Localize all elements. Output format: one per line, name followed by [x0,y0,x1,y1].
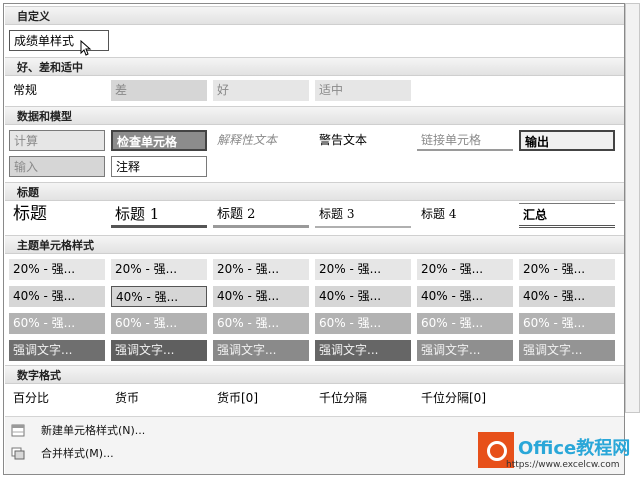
style-linked-cell[interactable]: 链接单元格 [417,130,513,151]
style-comma[interactable]: 千位分隔 [315,388,411,409]
style-custom-transcript[interactable]: 成绩单样式 [9,30,109,51]
style-heading-3[interactable]: 标题 3 [315,203,411,228]
cell-styles-gallery: 自定义 成绩单样式 好、差和适中 常规 差 好 适中 数据和模型 计算 检查单元… [3,3,625,475]
style-20-accent-3[interactable]: 20% - 强... [213,259,309,280]
section-header-titles: 标题 [5,182,624,201]
style-bad[interactable]: 差 [111,80,207,101]
style-60-accent-1[interactable]: 60% - 强... [9,313,105,334]
gallery-scrollbar[interactable] [625,3,640,413]
style-40-accent-2[interactable]: 40% - 强... [111,286,207,307]
style-60-accent-6[interactable]: 60% - 强... [519,313,615,334]
style-heading-4[interactable]: 标题 4 [417,203,513,228]
style-20-accent-1[interactable]: 20% - 强... [9,259,105,280]
style-20-accent-4[interactable]: 20% - 强... [315,259,411,280]
style-accent-3[interactable]: 强调文字... [213,340,309,361]
style-comma-0[interactable]: 千位分隔[0] [417,388,513,409]
style-accent-2[interactable]: 强调文字... [111,340,207,361]
style-input[interactable]: 输入 [9,156,105,177]
style-heading-2[interactable]: 标题 2 [213,203,309,228]
style-40-accent-5[interactable]: 40% - 强... [417,286,513,307]
section-header-good-bad: 好、差和适中 [5,57,624,76]
style-explanatory-text[interactable]: 解释性文本 [213,130,309,151]
merge-styles-item[interactable]: 合并样式(M)... [11,443,311,465]
style-40-accent-6[interactable]: 40% - 强... [519,286,615,307]
style-60-accent-2[interactable]: 60% - 强... [111,313,207,334]
style-currency-0[interactable]: 货币[0] [213,388,309,409]
new-cell-style-item[interactable]: 新建单元格样式(N)... [11,420,311,442]
section-header-custom: 自定义 [5,6,624,25]
style-accent-6[interactable]: 强调文字... [519,340,615,361]
style-output[interactable]: 输出 [519,130,615,151]
style-accent-4[interactable]: 强调文字... [315,340,411,361]
style-calculation[interactable]: 计算 [9,130,105,151]
section-header-data-model: 数据和模型 [5,106,624,125]
style-60-accent-3[interactable]: 60% - 强... [213,313,309,334]
new-style-icon [11,424,25,437]
style-normal[interactable]: 常规 [9,80,105,101]
merge-styles-label: 合并样式(M)... [41,447,114,460]
style-warning-text[interactable]: 警告文本 [315,130,411,151]
style-60-accent-4[interactable]: 60% - 强... [315,313,411,334]
style-40-accent-3[interactable]: 40% - 强... [213,286,309,307]
style-note[interactable]: 注释 [111,156,207,177]
style-20-accent-6[interactable]: 20% - 强... [519,259,615,280]
site-watermark: Office教程网 https://www.excelcw.com [478,432,640,476]
style-60-accent-5[interactable]: 60% - 强... [417,313,513,334]
style-accent-5[interactable]: 强调文字... [417,340,513,361]
style-total[interactable]: 汇总 [519,203,615,228]
merge-styles-icon [11,447,25,460]
style-heading-1[interactable]: 标题 1 [111,203,207,228]
style-20-accent-2[interactable]: 20% - 强... [111,259,207,280]
style-neutral[interactable]: 适中 [315,80,411,101]
style-title[interactable]: 标题 [9,203,105,228]
style-check-cell[interactable]: 检查单元格 [111,130,207,151]
style-40-accent-1[interactable]: 40% - 强... [9,286,105,307]
style-20-accent-5[interactable]: 20% - 强... [417,259,513,280]
watermark-title: Office教程网 [518,438,631,459]
new-cell-style-label: 新建单元格样式(N)... [41,424,146,437]
watermark-url: https://www.excelcw.com [506,460,620,470]
section-header-number: 数字格式 [5,365,624,384]
mouse-cursor-icon [80,40,92,56]
style-accent-1[interactable]: 强调文字... [9,340,105,361]
style-percent[interactable]: 百分比 [9,388,105,409]
style-40-accent-4[interactable]: 40% - 强... [315,286,411,307]
section-header-theme: 主题单元格样式 [5,235,624,254]
style-good[interactable]: 好 [213,80,309,101]
style-currency[interactable]: 货币 [111,388,207,409]
